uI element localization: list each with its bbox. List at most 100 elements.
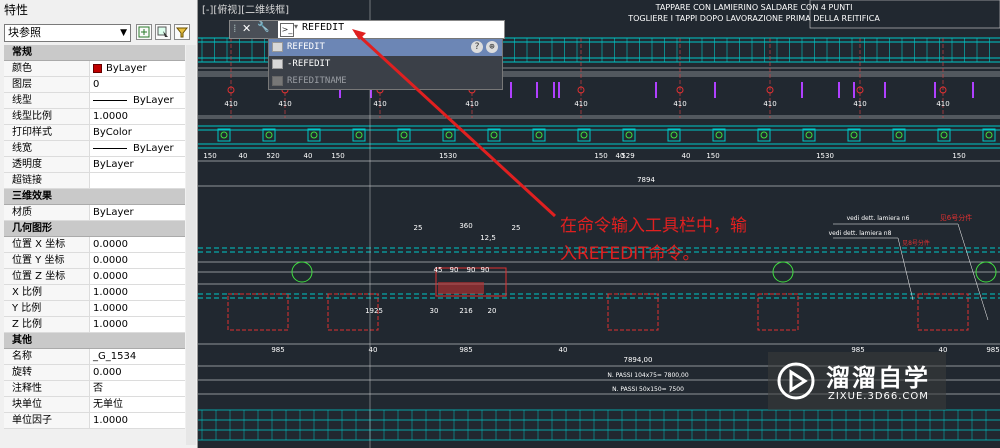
property-value-text: 0.0000: [93, 239, 128, 250]
dimension-text: 150: [331, 152, 344, 160]
section-header[interactable]: 其他: [4, 333, 185, 349]
bolt-box: [442, 128, 456, 142]
color-swatch-icon: [93, 63, 102, 73]
property-value-text: 无单位: [93, 399, 123, 410]
property-row[interactable]: 线型比例 1.0000: [4, 109, 185, 125]
property-row[interactable]: 颜色 ByLayer: [4, 61, 185, 77]
property-value-text: ByLayer: [93, 159, 134, 170]
customize-icon[interactable]: 🔧: [257, 22, 269, 33]
property-value[interactable]: 1.0000: [90, 285, 185, 300]
property-row[interactable]: 打印样式 ByColor: [4, 125, 185, 141]
watermark: 溜溜自学 ZIXUE.3D66.COM: [768, 352, 946, 410]
bolt-box: [802, 128, 816, 142]
property-value[interactable]: 1.0000: [90, 301, 185, 316]
property-value[interactable]: 0.0000: [90, 237, 185, 252]
command-input-bar[interactable]: ⁞ ✕ 🔧 >_ ▾ REFEDIT: [229, 20, 505, 39]
property-value[interactable]: ByLayer: [90, 157, 185, 172]
variable-icon: [272, 76, 283, 86]
pickadd-icon: [138, 26, 150, 38]
property-row[interactable]: 位置 X 坐标 0.0000: [4, 237, 185, 253]
dimension-text: 150: [952, 152, 965, 160]
bolt-box: [712, 128, 726, 142]
property-row[interactable]: 线宽 ByLayer: [4, 141, 185, 157]
property-row[interactable]: 透明度 ByLayer: [4, 157, 185, 173]
dimension-text: 360: [459, 222, 472, 230]
reference-text: 见6号分件: [940, 213, 972, 222]
suggestion-item[interactable]: REFEDITNAME: [269, 73, 502, 90]
property-row[interactable]: 位置 Y 坐标 0.0000: [4, 253, 185, 269]
dimension-text: 40: [682, 152, 691, 160]
property-value-text: 1.0000: [93, 111, 128, 122]
property-value[interactable]: 无单位: [90, 397, 185, 412]
property-value[interactable]: [90, 173, 185, 188]
property-value[interactable]: ByLayer: [90, 205, 185, 220]
dimension-text: N. PASSI 104x75= 7800,00: [607, 372, 689, 379]
object-type-select[interactable]: 块参照 ▼: [4, 24, 131, 42]
command-bar-grip[interactable]: ⁞ ✕ 🔧: [230, 21, 278, 38]
property-value[interactable]: ByLayer: [90, 141, 185, 156]
suggestion-item[interactable]: -REFEDIT: [269, 56, 502, 73]
property-row[interactable]: 超链接: [4, 173, 185, 189]
help-icon[interactable]: ?: [471, 41, 483, 53]
property-key: 颜色: [4, 61, 90, 76]
toggle-pickadd-button[interactable]: [136, 24, 152, 40]
property-row[interactable]: 单位因子 1.0000: [4, 413, 185, 429]
dimension-text: 25: [512, 224, 521, 232]
property-value[interactable]: 0: [90, 77, 185, 92]
dimension-text: 410: [673, 100, 686, 108]
dimension-text: 90: [467, 266, 476, 274]
viewport-controls-label[interactable]: [-][俯视][二维线框]: [202, 1, 289, 16]
property-value[interactable]: 1.0000: [90, 317, 185, 332]
dimension-text: 90: [450, 266, 459, 274]
property-row[interactable]: 位置 Z 坐标 0.0000: [4, 269, 185, 285]
bolt-box: [892, 128, 906, 142]
dimension-text: 7894,00: [624, 356, 653, 364]
palette-scrollbar[interactable]: [186, 45, 196, 445]
globe-icon[interactable]: ⊕: [486, 41, 498, 53]
property-value[interactable]: ByLayer: [90, 61, 185, 76]
section-header[interactable]: 三维效果: [4, 189, 185, 205]
section-header[interactable]: 几何图形: [4, 221, 185, 237]
property-value-text: ByLayer: [133, 143, 174, 154]
property-row[interactable]: 注释性否: [4, 381, 185, 397]
property-value-text: _G_1534: [93, 351, 137, 362]
property-row[interactable]: 旋转 0.000: [4, 365, 185, 381]
property-row[interactable]: 块单位 无单位: [4, 397, 185, 413]
dimension-text: 410: [763, 100, 776, 108]
command-input[interactable]: REFEDIT: [302, 22, 344, 33]
close-icon[interactable]: ✕: [242, 22, 251, 35]
property-value-text: 0.000: [93, 367, 122, 378]
property-value[interactable]: 否: [90, 381, 185, 396]
property-row[interactable]: 线型 ByLayer: [4, 93, 185, 109]
property-value[interactable]: 1.0000: [90, 413, 185, 428]
property-value[interactable]: 0.000: [90, 365, 185, 380]
section-header[interactable]: 常规: [4, 45, 185, 61]
quick-select-button[interactable]: [174, 24, 190, 40]
palette-toolbar: 块参照 ▼: [4, 24, 194, 42]
property-row[interactable]: 材质 ByLayer: [4, 205, 185, 221]
property-value[interactable]: ByLayer: [90, 93, 185, 108]
pocket-outline: [917, 293, 969, 331]
property-value[interactable]: 1.0000: [90, 109, 185, 124]
property-value[interactable]: _G_1534: [90, 349, 185, 364]
property-row[interactable]: X 比例 1.0000: [4, 285, 185, 301]
dimension-text: 529: [621, 152, 634, 160]
property-value-text: ByLayer: [133, 95, 174, 106]
property-row[interactable]: Z 比例 1.0000: [4, 317, 185, 333]
property-row[interactable]: 名称 _G_1534: [4, 349, 185, 365]
dimension-text: 410: [278, 100, 291, 108]
select-objects-button[interactable]: [155, 24, 171, 40]
property-value-text: 1.0000: [93, 319, 128, 330]
property-value[interactable]: 0.0000: [90, 253, 185, 268]
command-prompt-icon[interactable]: >_: [280, 23, 294, 37]
property-value[interactable]: ByColor: [90, 125, 185, 140]
leader-line: [897, 237, 914, 301]
recent-commands-icon[interactable]: ▾: [294, 22, 298, 31]
property-row[interactable]: Y 比例 1.0000: [4, 301, 185, 317]
property-key: 位置 Z 坐标: [4, 269, 90, 284]
property-row[interactable]: 图层 0: [4, 77, 185, 93]
suggestion-item[interactable]: REFEDIT ? ⊕: [269, 39, 502, 56]
bolt-hole: [490, 131, 498, 139]
property-value[interactable]: 0.0000: [90, 269, 185, 284]
property-value-text: ByColor: [93, 127, 132, 138]
